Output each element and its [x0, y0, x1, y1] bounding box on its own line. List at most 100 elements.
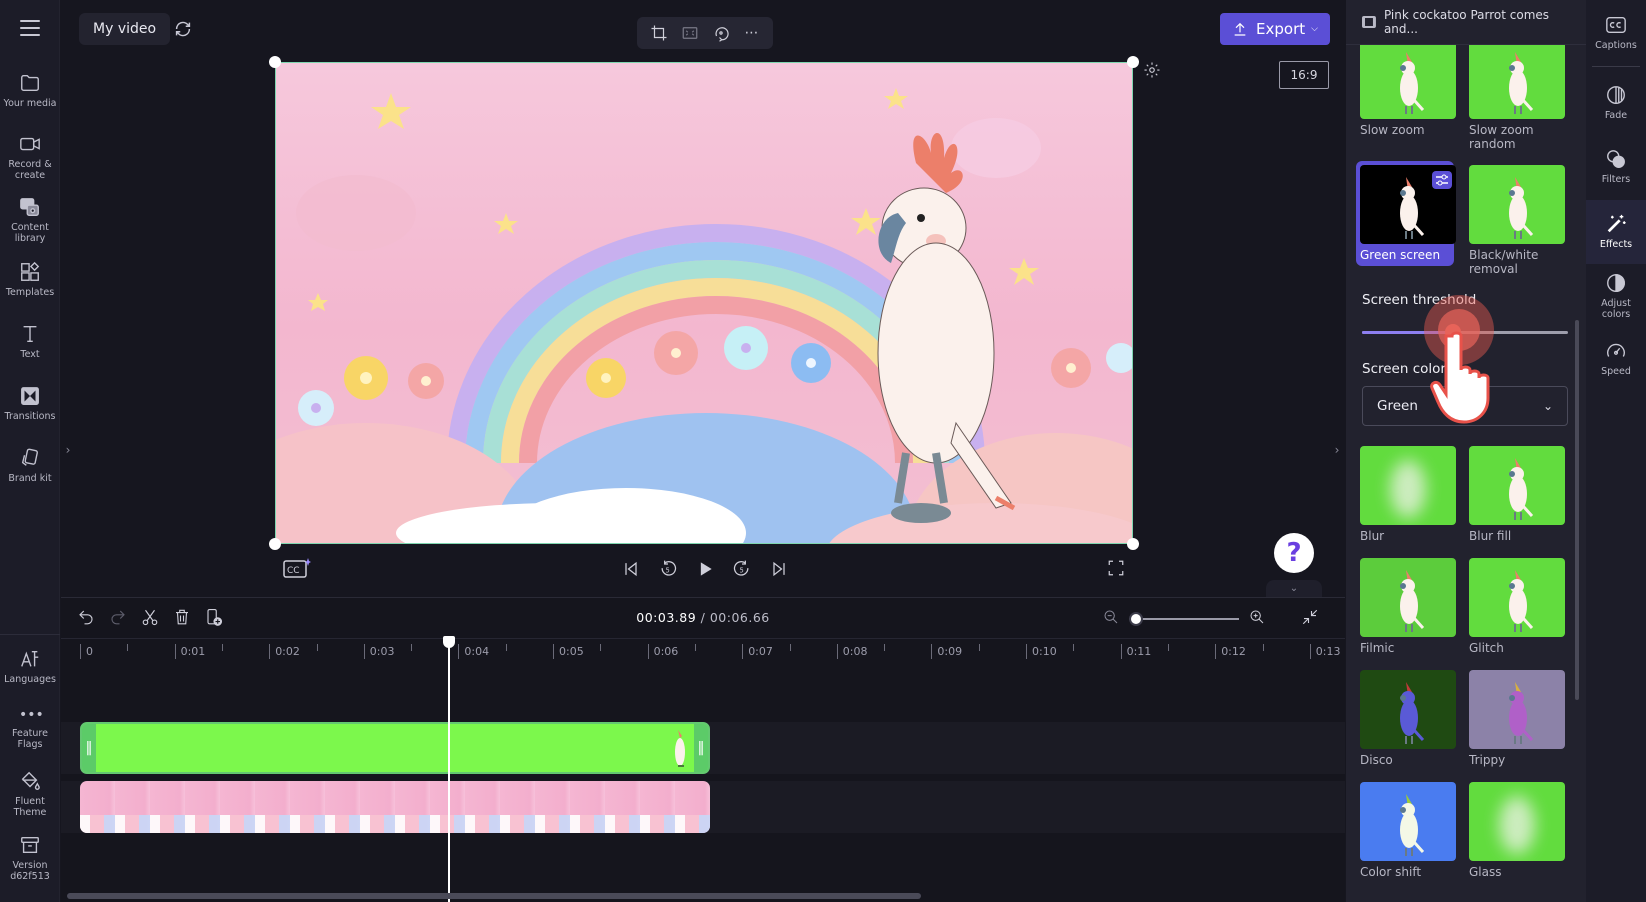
ruler-minor-tick [1167, 644, 1169, 651]
green-screen-clip[interactable]: ‖ ‖ [80, 722, 711, 774]
chevron-down-icon: ⌵ [1311, 24, 1318, 34]
background-video-clip[interactable] [80, 781, 711, 833]
effect-item[interactable]: Blur [1360, 446, 1458, 543]
clip-title: Pink cockatoo Parrot comes and... [1383, 8, 1550, 36]
film-clip-icon [1362, 16, 1376, 28]
effect-label: Blur fill [1469, 529, 1512, 543]
tab-effects[interactable]: Effects [1586, 200, 1646, 264]
sidebar-item-templates[interactable]: Templates [0, 261, 60, 298]
fit-icon[interactable] [679, 22, 701, 44]
export-button[interactable]: Export ⌵ [1220, 13, 1330, 45]
sidebar-item-transitions[interactable]: Transitions [0, 385, 60, 422]
effect-thumbnail [1469, 40, 1565, 119]
skip-to-start-icon[interactable] [620, 558, 642, 580]
playhead-line[interactable] [447, 638, 450, 902]
collapse-timeline-chevron-icon[interactable]: ⌄ [1266, 580, 1322, 598]
tab-speed[interactable]: Speed [1586, 340, 1646, 380]
resize-handle-top-left[interactable] [269, 56, 281, 68]
more-icon[interactable]: ⋯ [741, 22, 763, 44]
ruler-minor-tick [221, 644, 223, 651]
sidebar-item-label: Fluent Theme [13, 796, 47, 818]
effect-item[interactable]: Green screen [1356, 161, 1456, 266]
tab-captions[interactable]: Captions [1586, 14, 1646, 54]
project-title-button[interactable]: My video [79, 13, 171, 45]
effect-label: Slow zoom [1360, 123, 1425, 137]
tab-filters[interactable]: Filters [1586, 148, 1646, 188]
effect-item[interactable]: Slow zoom [1360, 40, 1458, 137]
aspect-ratio-button[interactable]: 16:9 [1279, 61, 1329, 89]
skip-to-end-icon[interactable] [768, 558, 790, 580]
sidebar-item-record-create[interactable]: Record & create [0, 133, 60, 181]
effect-item[interactable]: Trippy [1469, 670, 1567, 767]
resize-handle-bottom-left[interactable] [269, 538, 281, 550]
transitions-icon [19, 385, 41, 407]
sidebar-item-version[interactable]: Version d62f513 [0, 834, 60, 882]
sidebar-item-languages[interactable]: Languages [0, 648, 60, 685]
timeline-zoom-slider[interactable] [1129, 612, 1239, 626]
effect-label: Color shift [1360, 865, 1422, 879]
zoom-out-icon[interactable] [1103, 609, 1119, 629]
templates-icon [19, 261, 41, 283]
rewind-5s-icon[interactable]: 5 [657, 558, 679, 580]
playhead-handle[interactable] [442, 636, 455, 648]
total-time: 00:06.66 [709, 610, 770, 625]
resize-handle-top-right[interactable] [1127, 56, 1139, 68]
effects-panel-scrollbar[interactable] [1575, 320, 1579, 700]
zoom-slider-knob[interactable] [1129, 612, 1143, 626]
crop-icon[interactable] [648, 22, 670, 44]
effect-item[interactable]: Glitch [1469, 558, 1567, 655]
tab-adjust-colors[interactable]: Adjust colors [1586, 272, 1646, 320]
collapse-left-panel-chevron-icon[interactable]: › [61, 420, 75, 480]
effect-item[interactable]: Color shift [1360, 782, 1458, 879]
effect-item[interactable]: Filmic [1360, 558, 1458, 655]
sidebar-item-label: Transitions [4, 411, 56, 422]
ai-captions-icon[interactable]: CC [283, 557, 311, 579]
chevron-down-icon: ⌄ [1542, 399, 1553, 413]
sidebar-item-fluent-theme[interactable]: Fluent Theme [0, 770, 60, 818]
tab-fade[interactable]: Fade [1586, 84, 1646, 124]
menu-hamburger-icon[interactable] [20, 20, 40, 36]
fullscreen-icon[interactable] [1107, 559, 1125, 577]
magic-wand-icon [1605, 213, 1627, 235]
video-preview-canvas[interactable] [275, 62, 1133, 544]
resize-handle-bottom-right[interactable] [1127, 538, 1139, 550]
effect-item[interactable]: Black/white removal [1469, 165, 1567, 276]
timeline-horizontal-scrollbar[interactable] [67, 893, 921, 899]
collapse-right-panel-chevron-icon[interactable]: › [1330, 420, 1344, 480]
screen-color-value: Green [1377, 398, 1418, 414]
clip-filmstrip [80, 815, 711, 833]
effect-item[interactable]: Slow zoom random [1469, 40, 1567, 151]
sidebar-item-brand-kit[interactable]: Brand kit [0, 447, 60, 484]
sidebar-item-content-library[interactable]: Content library [0, 196, 60, 244]
svg-text:5: 5 [740, 566, 744, 574]
play-icon[interactable] [694, 558, 716, 580]
clip-trim-handle-left[interactable]: ‖ [82, 724, 96, 772]
effect-item[interactable]: Glass [1469, 782, 1567, 879]
timeline-ruler[interactable]: 0 0:01 0:02 0:03 0:04 0:05 0:06 0:07 0:08 0:09 0:1… [61, 638, 1359, 662]
tab-label: Fade [1604, 110, 1628, 121]
tab-label: Effects [1599, 239, 1633, 250]
effect-thumbnail [1469, 558, 1565, 637]
sidebar-item-feature-flags[interactable]: ••• Feature Flags [0, 708, 60, 750]
playback-controls: 5 5 [620, 556, 790, 582]
effect-thumbnail [1469, 670, 1565, 749]
fit-timeline-icon[interactable] [1301, 608, 1319, 626]
sidebar-item-text[interactable]: Text [0, 323, 60, 360]
adjust-effect-sliders-icon[interactable] [1432, 171, 1452, 189]
ruler-minor-tick [600, 644, 602, 651]
forward-5s-icon[interactable]: 5 [731, 558, 753, 580]
rotate-icon[interactable] [710, 22, 732, 44]
effect-item[interactable]: Disco [1360, 670, 1458, 767]
help-button[interactable]: ? [1274, 533, 1314, 573]
clip-trim-handle-right[interactable]: ‖ [694, 724, 709, 772]
ruler-tick-label: 0:01 [174, 644, 205, 659]
effect-thumbnail [1360, 782, 1456, 861]
canvas-settings-gear-icon[interactable] [1143, 61, 1161, 79]
preview-scene [276, 88, 1132, 543]
zoom-in-icon[interactable] [1249, 609, 1265, 629]
sidebar-item-label: Text [20, 349, 40, 360]
time-separator: / [696, 610, 710, 625]
sync-icon[interactable] [172, 18, 194, 40]
sidebar-item-your-media[interactable]: Your media [0, 72, 60, 109]
effect-item[interactable]: Blur fill [1469, 446, 1567, 543]
